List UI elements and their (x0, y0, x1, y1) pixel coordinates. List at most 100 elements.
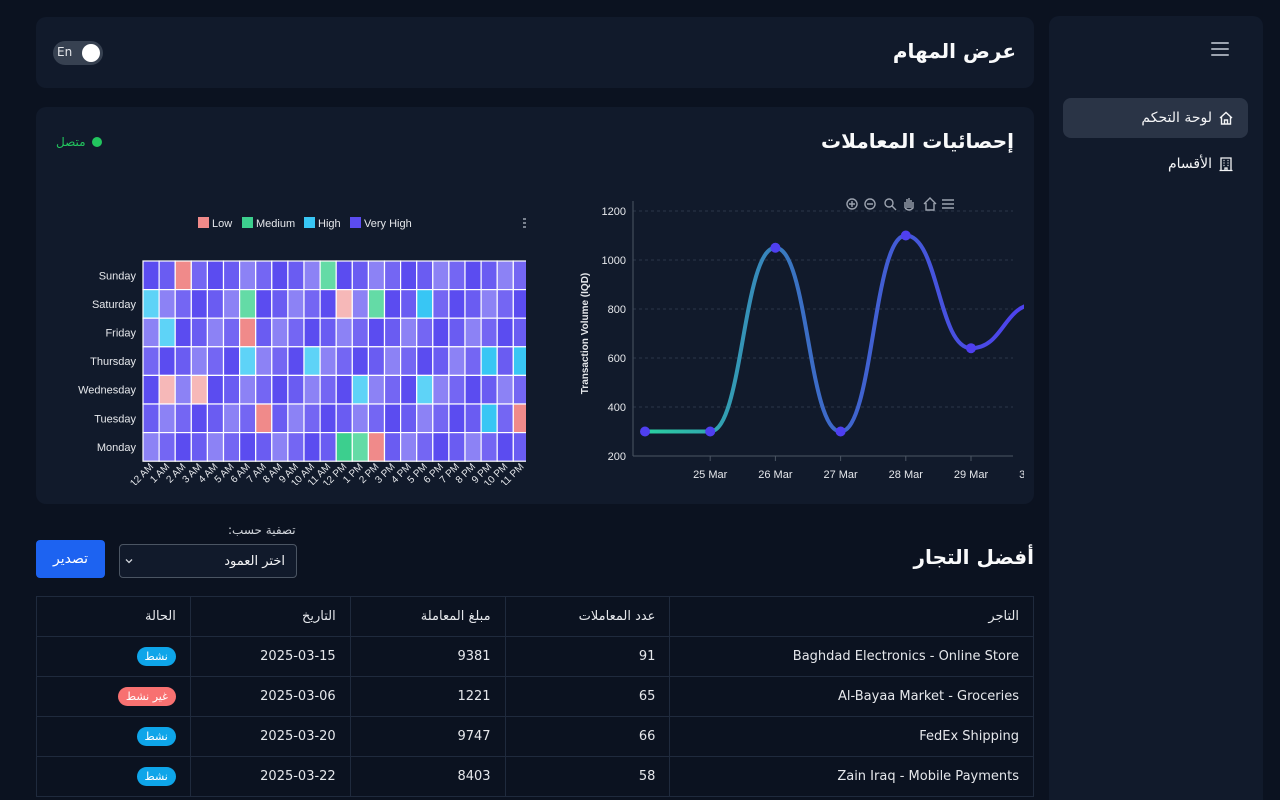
heatmap-cell[interactable] (319, 346, 337, 377)
heatmap-cell[interactable] (512, 403, 526, 434)
heatmap-cell[interactable] (351, 432, 369, 462)
heatmap-cell[interactable] (448, 403, 466, 434)
legend-label[interactable]: Medium (256, 218, 295, 230)
data-point[interactable] (640, 426, 650, 437)
heatmap-cell[interactable] (174, 260, 192, 291)
column-header[interactable]: الحالة (36, 596, 191, 637)
heatmap-cell[interactable] (239, 317, 257, 348)
heatmap-cell[interactable] (287, 403, 305, 434)
heatmap-cell[interactable] (206, 346, 225, 377)
sidebar-item-dashboard[interactable]: لوحة التحكم (1063, 98, 1248, 138)
heatmap-cell[interactable] (319, 317, 337, 348)
data-point[interactable] (705, 426, 716, 437)
heatmap-cell[interactable] (255, 432, 273, 462)
heatmap-cell[interactable] (383, 260, 402, 291)
heatmap-cell[interactable] (383, 317, 402, 348)
table-row[interactable]: FedEx Shipping 66 9747 2025-03-20 نشط (36, 716, 1034, 757)
heatmap-cell[interactable] (319, 260, 337, 291)
heatmap-cell[interactable] (239, 346, 257, 377)
heatmap-cell[interactable] (351, 346, 369, 377)
heatmap-cell[interactable] (239, 403, 257, 434)
heatmap-cell[interactable] (512, 374, 526, 405)
heatmap-cell[interactable] (351, 288, 369, 319)
heatmap-cell[interactable] (222, 374, 241, 405)
heatmap-cell[interactable] (335, 432, 353, 462)
heatmap-cell[interactable] (496, 432, 514, 462)
heatmap-cell[interactable] (464, 317, 482, 348)
heatmap-cell[interactable] (383, 288, 402, 319)
heatmap-cell[interactable] (400, 288, 418, 319)
pan-icon[interactable] (904, 198, 914, 211)
heatmap-cell[interactable] (464, 288, 482, 319)
heatmap-cell[interactable] (319, 403, 337, 434)
heatmap-cell[interactable] (158, 260, 176, 291)
heatmap-cell[interactable] (464, 260, 482, 291)
heatmap-cell[interactable] (287, 346, 305, 377)
column-header[interactable]: التاجر (669, 596, 1034, 637)
heatmap-cell[interactable] (190, 260, 209, 291)
heatmap-cell[interactable] (400, 346, 418, 377)
heatmap-cell[interactable] (190, 374, 209, 405)
heatmap-cell[interactable] (496, 403, 514, 434)
heatmap-cell[interactable] (480, 317, 498, 348)
heatmap-cell[interactable] (496, 374, 514, 405)
heatmap-cell[interactable] (271, 288, 289, 319)
heatmap-cell[interactable] (496, 346, 514, 377)
heatmap-cell[interactable] (383, 374, 402, 405)
heatmap-cell[interactable] (367, 432, 386, 462)
heatmap-cell[interactable] (174, 432, 192, 462)
heatmap-cell[interactable] (448, 317, 466, 348)
column-header[interactable]: مبلغ المعاملة (349, 596, 506, 637)
heatmap-cell[interactable] (303, 288, 321, 319)
heatmap-cell[interactable] (416, 403, 434, 434)
export-button[interactable]: تصدير (36, 540, 105, 578)
heatmap-cell[interactable] (480, 432, 498, 462)
heatmap-cell[interactable] (303, 317, 321, 348)
heatmap-cell[interactable] (400, 317, 418, 348)
heatmap-cell[interactable] (255, 288, 273, 319)
menu-icon[interactable] (942, 199, 954, 209)
heatmap-cell[interactable] (222, 346, 241, 377)
heatmap-cell[interactable] (239, 432, 257, 462)
heatmap-cell[interactable] (367, 346, 386, 377)
heatmap-cell[interactable] (287, 374, 305, 405)
heatmap-cell[interactable] (255, 317, 273, 348)
legend-swatch[interactable] (350, 217, 361, 228)
heatmap-cell[interactable] (496, 260, 514, 291)
heatmap-cell[interactable] (174, 374, 192, 405)
heatmap-cell[interactable] (512, 317, 526, 348)
heatmap-cell[interactable] (448, 374, 466, 405)
heatmap-cell[interactable] (190, 346, 209, 377)
heatmap-cell[interactable] (271, 403, 289, 434)
heatmap-cell[interactable] (158, 432, 176, 462)
heatmap-cell[interactable] (303, 403, 321, 434)
data-point[interactable] (966, 343, 976, 354)
heatmap-cell[interactable] (416, 317, 434, 348)
heatmap-cell[interactable] (271, 346, 289, 377)
heatmap-cell[interactable] (432, 374, 450, 405)
heatmap-cell[interactable] (432, 432, 450, 462)
heatmap-cell[interactable] (206, 288, 225, 319)
heatmap-cell[interactable] (512, 288, 526, 319)
heatmap-cell[interactable] (464, 346, 482, 377)
heatmap-cell[interactable] (496, 288, 514, 319)
heatmap-cell[interactable] (383, 346, 402, 377)
sidebar-item-sections[interactable]: الأقسام (1063, 144, 1248, 184)
heatmap-cell[interactable] (512, 346, 526, 377)
heatmap-cell[interactable] (512, 260, 526, 291)
heatmap-cell[interactable] (287, 432, 305, 462)
heatmap-cell[interactable] (303, 432, 321, 462)
heatmap-cell[interactable] (448, 432, 466, 462)
heatmap-cell[interactable] (400, 403, 418, 434)
heatmap-cell[interactable] (142, 374, 160, 405)
heatmap-cell[interactable] (142, 260, 160, 291)
table-row[interactable]: Al-Bayaa Market - Groceries 65 1221 2025-03… (36, 676, 1034, 717)
heatmap-cell[interactable] (271, 317, 289, 348)
data-point[interactable] (900, 230, 911, 241)
heatmap-cell[interactable] (448, 260, 466, 291)
heatmap-cell[interactable] (480, 288, 498, 319)
heatmap-cell[interactable] (271, 432, 289, 462)
heatmap-cell[interactable] (174, 403, 192, 434)
heatmap-cell[interactable] (190, 403, 209, 434)
heatmap-cell[interactable] (367, 317, 386, 348)
